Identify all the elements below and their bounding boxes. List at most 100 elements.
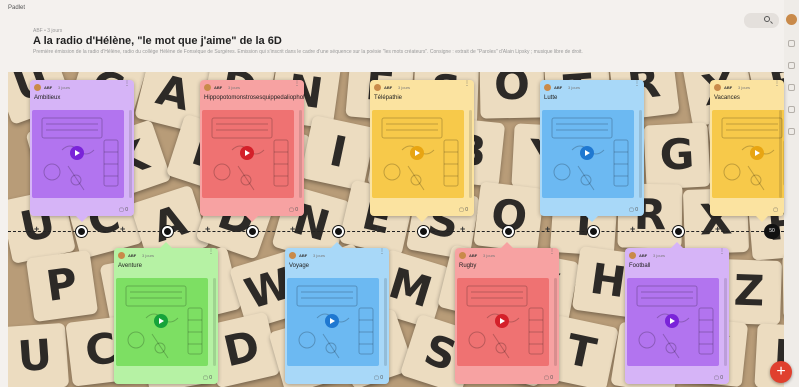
comment-count[interactable]: ▢ 0 <box>289 207 298 213</box>
author-avatar <box>714 84 721 91</box>
more-vertical-icon[interactable]: ⋮ <box>774 81 780 87</box>
timeline-post-card[interactable]: ABF 3 jours ⋮ Aventure ▢ 0 <box>114 242 218 384</box>
add-post-button[interactable]: + <box>770 361 792 383</box>
more-icon[interactable] <box>788 128 795 135</box>
post-scrollbar[interactable] <box>724 278 727 366</box>
play-icon[interactable] <box>580 146 594 160</box>
more-vertical-icon[interactable]: ⋮ <box>208 249 214 255</box>
user-avatar[interactable] <box>786 14 797 25</box>
more-vertical-icon[interactable]: ⋮ <box>719 249 725 255</box>
post-scrollbar[interactable] <box>299 110 302 198</box>
play-icon[interactable] <box>154 314 168 328</box>
post-scrollbar[interactable] <box>554 278 557 366</box>
author-avatar <box>459 252 466 259</box>
audio-attachment[interactable] <box>116 278 208 366</box>
post-author: ABF <box>214 85 223 90</box>
more-vertical-icon[interactable]: ⋮ <box>294 81 300 87</box>
timeline-post-card[interactable]: ABF 3 jours ⋮ Voyage ▢ 0 <box>285 242 389 384</box>
post-time: 3 jours <box>313 253 326 258</box>
post-title: Hippopotomonstrosesquippedaliophobie <box>204 95 304 101</box>
audio-attachment[interactable] <box>627 278 719 366</box>
card-pointer <box>586 216 598 222</box>
post-time: 3 jours <box>58 85 71 90</box>
more-vertical-icon[interactable]: ⋮ <box>124 81 130 87</box>
play-icon[interactable] <box>665 314 679 328</box>
search-button[interactable] <box>744 13 779 28</box>
audio-attachment[interactable] <box>287 278 379 366</box>
timeline-post-card[interactable]: ABF 3 jours ⋮ Rugby ▢ 0 <box>455 242 559 384</box>
play-icon[interactable] <box>750 146 764 160</box>
timeline-add-point[interactable] <box>503 226 514 237</box>
right-toolbar <box>784 0 799 387</box>
page-title: A la radio d'Hélène, "le mot que j'aime"… <box>33 35 282 47</box>
timeline-add-point[interactable] <box>162 226 173 237</box>
comment-count[interactable]: ▢ 0 <box>544 375 553 381</box>
timeline-post-card[interactable]: ABF 3 jours ⋮ Hippopotomonstrosesquippedali… <box>200 80 304 222</box>
more-vertical-icon[interactable]: ⋮ <box>379 249 385 255</box>
play-icon[interactable] <box>325 314 339 328</box>
comment-icon: ▢ <box>773 207 778 213</box>
post-scrollbar[interactable] <box>779 110 782 198</box>
play-icon[interactable] <box>410 146 424 160</box>
more-vertical-icon[interactable]: ⋮ <box>549 249 555 255</box>
timeline-post-card[interactable]: ABF 3 jours ⋮ Football ▢ 0 <box>625 242 729 384</box>
post-author: ABF <box>639 253 648 258</box>
more-vertical-icon[interactable]: ⋮ <box>634 81 640 87</box>
board-description: Première émission de la radio d'Hélène, … <box>33 49 583 55</box>
timeline-post-card[interactable]: ABF 3 jours ⋮ Vacances ▢ <box>710 80 784 222</box>
author-avatar <box>289 252 296 259</box>
card-pointer <box>416 216 428 222</box>
audio-attachment[interactable] <box>32 110 124 198</box>
timeline-post-card[interactable]: ABF 3 jours ⋮ Télépathie ▢ 0 <box>370 80 474 222</box>
audio-attachment[interactable] <box>457 278 549 366</box>
comment-count[interactable]: ▢ 0 <box>203 375 212 381</box>
board-header: Padlet ABF • 3 jours A la radio d'Hélène… <box>0 0 799 72</box>
post-author: ABF <box>44 85 53 90</box>
post-author: ABF <box>384 85 393 90</box>
wallpaper-tile: G <box>643 122 711 190</box>
comment-count[interactable]: ▢ 0 <box>714 375 723 381</box>
timeline-add-point[interactable] <box>333 226 344 237</box>
settings-icon[interactable] <box>788 62 795 69</box>
post-time: 3 jours <box>483 253 496 258</box>
timeline-post-card[interactable]: ABF 3 jours ⋮ Ambitieux ▢ 0 <box>30 80 134 222</box>
remake-icon[interactable] <box>788 84 795 91</box>
play-icon[interactable] <box>495 314 509 328</box>
timeline-add-point[interactable] <box>673 226 684 237</box>
author-avatar <box>544 84 551 91</box>
post-scrollbar[interactable] <box>213 278 216 366</box>
post-scrollbar[interactable] <box>469 110 472 198</box>
more-vertical-icon[interactable]: ⋮ <box>464 81 470 87</box>
play-icon[interactable] <box>240 146 254 160</box>
post-scrollbar[interactable] <box>639 110 642 198</box>
share-icon[interactable] <box>788 40 795 47</box>
card-pointer <box>160 242 172 248</box>
play-icon[interactable] <box>70 146 84 160</box>
slideshow-icon[interactable] <box>788 106 795 113</box>
timeline-add-point[interactable] <box>76 226 87 237</box>
timeline-add-point[interactable] <box>418 226 429 237</box>
post-time: 3 jours <box>653 253 666 258</box>
timeline-add-point[interactable] <box>588 226 599 237</box>
audio-attachment[interactable] <box>372 110 464 198</box>
post-time: 3 jours <box>228 85 241 90</box>
post-author: ABF <box>128 253 137 258</box>
audio-attachment[interactable] <box>202 110 294 198</box>
timeline-add-point[interactable] <box>247 226 258 237</box>
wallpaper-tile: U <box>8 322 70 387</box>
comment-count[interactable]: ▢ <box>773 207 778 213</box>
author-avatar <box>34 84 41 91</box>
post-author: ABF <box>554 85 563 90</box>
comment-count[interactable]: ▢ 0 <box>374 375 383 381</box>
comment-count[interactable]: ▢ 0 <box>459 207 468 213</box>
comment-count[interactable]: ▢ 0 <box>119 207 128 213</box>
post-time: 3 jours <box>398 85 411 90</box>
wallpaper-tile: Q <box>782 253 784 319</box>
post-scrollbar[interactable] <box>384 278 387 366</box>
comment-count[interactable]: ▢ 0 <box>629 207 638 213</box>
post-title: Football <box>629 263 651 269</box>
timeline-post-card[interactable]: ABF 3 jours ⋮ Lutte ▢ 0 <box>540 80 644 222</box>
audio-attachment[interactable] <box>712 110 784 198</box>
post-scrollbar[interactable] <box>129 110 132 198</box>
audio-attachment[interactable] <box>542 110 634 198</box>
